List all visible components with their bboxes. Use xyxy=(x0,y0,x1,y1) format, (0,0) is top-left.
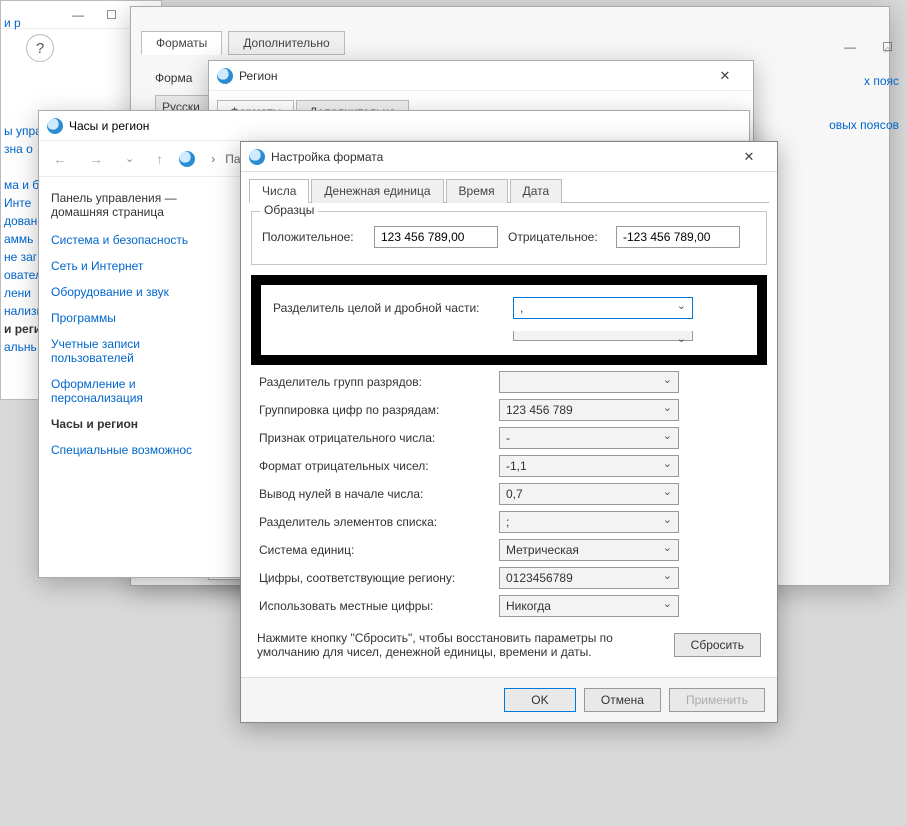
setting-combo-leading-zero[interactable]: 0,7 xyxy=(499,483,679,505)
sidebar-item-hardware[interactable]: Оборудование и звук xyxy=(51,285,225,299)
setting-combo-native-digits[interactable]: Никогда xyxy=(499,595,679,617)
setting-label-digit-grouping: Группировка цифр по разрядам: xyxy=(259,403,489,417)
breadcrumb-sep: › xyxy=(211,152,215,166)
titlebar-main: Настройка формата ✕ xyxy=(241,142,777,172)
search-icon[interactable]: ⌕ xyxy=(884,42,891,57)
tab-additional-bg[interactable]: Дополнительно xyxy=(228,31,344,55)
tab-numbers[interactable]: Числа xyxy=(249,179,309,203)
minimize-icon[interactable]: — xyxy=(844,40,856,54)
tab-date[interactable]: Дата xyxy=(510,179,563,203)
back-icon[interactable]: ← xyxy=(47,149,73,169)
setting-label-list-sep: Разделитель элементов списка: xyxy=(259,515,489,529)
sidebar-item-accessibility[interactable]: Специальные возможнос xyxy=(51,443,225,457)
recent-icon[interactable]: ⌄ xyxy=(119,150,140,167)
setting-label-decimal-sep: Разделитель целой и дробной части: xyxy=(273,301,503,315)
setting-combo-neg-sign[interactable]: - xyxy=(499,427,679,449)
setting-combo-hidden[interactable] xyxy=(513,331,693,341)
tab-formats-bg[interactable]: Форматы xyxy=(141,31,222,55)
positive-sample: 123 456 789,00 xyxy=(374,226,498,248)
setting-label-neg-format: Формат отрицательных чисел: xyxy=(259,459,489,473)
timezone-link-1[interactable]: х пояс xyxy=(864,74,899,88)
negative-label: Отрицательное: xyxy=(508,230,606,244)
samples-legend: Образцы xyxy=(260,203,318,217)
sidebar-item-accounts[interactable]: Учетные записи пользователей xyxy=(51,337,225,365)
help-icon[interactable]: ? xyxy=(26,34,54,62)
highlight-box: Разделитель целой и дробной части: , xyxy=(251,275,767,365)
minimize-icon[interactable]: — xyxy=(72,8,84,22)
tab-currency[interactable]: Денежная единица xyxy=(311,179,443,203)
titlebar-cpw: Часы и регион xyxy=(39,111,749,141)
title-main: Настройка формата xyxy=(271,150,729,164)
setting-combo-standard-digits[interactable]: 0123456789 xyxy=(499,567,679,589)
button-bar: OK Отмена Применить xyxy=(241,677,777,722)
format-label-bg: Форма xyxy=(155,71,192,85)
sidebar-item-system[interactable]: Система и безопасность xyxy=(51,233,225,247)
setting-combo-measurement[interactable]: Метрическая xyxy=(499,539,679,561)
sidebar-item-clock-region[interactable]: Часы и регион xyxy=(51,417,225,431)
sidebar-home-link[interactable]: Панель управления — домашняя страница xyxy=(51,191,225,219)
ok-button[interactable]: OK xyxy=(504,688,576,712)
sidebar-item-appearance[interactable]: Оформление и персонализация xyxy=(51,377,225,405)
globe-icon xyxy=(217,68,233,84)
title-cpw: Часы и регион xyxy=(69,119,149,133)
globe-icon xyxy=(249,149,265,165)
negative-sample: -123 456 789,00 xyxy=(616,226,740,248)
positive-label: Положительное: xyxy=(262,230,364,244)
close-icon[interactable]: ✕ xyxy=(729,145,769,169)
samples-frame: Образцы Положительное: 123 456 789,00 От… xyxy=(251,211,767,265)
maximize-icon[interactable]: ☐ xyxy=(106,8,117,22)
setting-combo-neg-format[interactable]: -1,1 xyxy=(499,455,679,477)
sidebar: Панель управления — домашняя страница Си… xyxy=(39,181,237,479)
apply-button[interactable]: Применить xyxy=(669,688,765,712)
globe-icon xyxy=(47,118,63,134)
dialog-customize-format: Настройка формата ✕ Числа Денежная едини… xyxy=(240,141,778,723)
setting-label-neg-sign: Признак отрицательного числа: xyxy=(259,431,489,445)
close-icon[interactable]: ✕ xyxy=(705,64,745,88)
setting-label-standard-digits: Цифры, соответствующие региону: xyxy=(259,571,489,585)
reset-button[interactable]: Сбросить xyxy=(674,633,761,657)
titlebar-region: Регион ✕ xyxy=(209,61,753,91)
setting-combo-decimal-sep[interactable]: , xyxy=(513,297,693,319)
sidebar-item-programs[interactable]: Программы xyxy=(51,311,225,325)
setting-combo-group-sep[interactable] xyxy=(499,371,679,393)
timezone-link-2[interactable]: овых поясов xyxy=(829,118,899,132)
forward-icon[interactable]: → xyxy=(83,149,109,169)
setting-label-measurement: Система единиц: xyxy=(259,543,489,557)
setting-combo-digit-grouping[interactable]: 123 456 789 xyxy=(499,399,679,421)
tab-time[interactable]: Время xyxy=(446,179,508,203)
setting-label-native-digits: Использовать местные цифры: xyxy=(259,599,489,613)
setting-label-group-sep: Разделитель групп разрядов: xyxy=(259,375,489,389)
title-region: Регион xyxy=(239,69,705,83)
setting-combo-list-sep[interactable]: ; xyxy=(499,511,679,533)
setting-label-leading-zero: Вывод нулей в начале числа: xyxy=(259,487,489,501)
sidebar-item-network[interactable]: Сеть и Интернет xyxy=(51,259,225,273)
up-icon[interactable]: ↑ xyxy=(150,149,169,169)
globe-icon xyxy=(179,151,195,167)
reset-description: Нажмите кнопку "Сбросить", чтобы восстан… xyxy=(257,631,660,659)
cancel-button[interactable]: Отмена xyxy=(584,688,661,712)
